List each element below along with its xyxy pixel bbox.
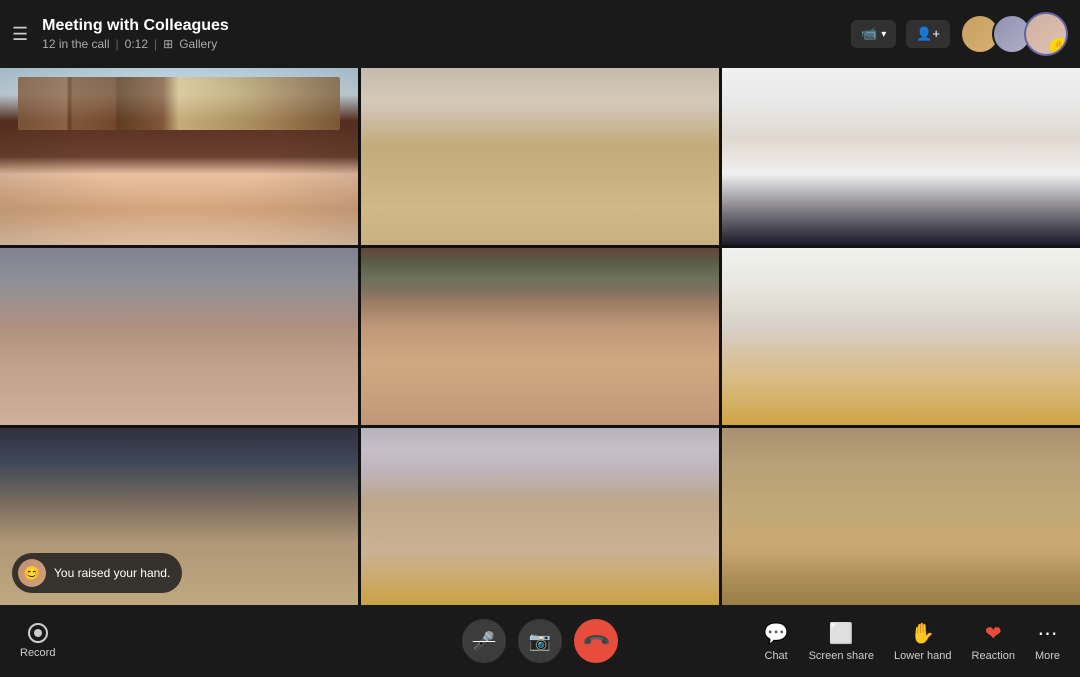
record-dot (28, 623, 48, 643)
lowerhand-label: Lower hand (894, 650, 952, 662)
face-bg-6 (722, 248, 1080, 425)
participant-cell-1[interactable] (0, 68, 358, 245)
chat-icon: 💬 (764, 621, 789, 646)
reaction-icon: ❤ (985, 621, 1002, 646)
footer-actions: 💬 Chat ⬜ Screen share ✋ Lower hand ❤ Rea… (764, 621, 1060, 662)
menu-icon[interactable]: ☰ (12, 24, 28, 45)
header: ☰ Meeting with Colleagues 12 in the call… (0, 0, 1080, 68)
end-call-button[interactable]: 📞 (574, 619, 618, 663)
raised-hand-notification: 😊 You raised your hand. (12, 553, 182, 593)
plant-bg (361, 257, 719, 301)
add-people-btn[interactable]: 👤+ (906, 20, 950, 48)
record-dot-inner (34, 629, 42, 637)
screenshare-action[interactable]: ⬜ Screen share (809, 621, 874, 662)
avatar-3-active[interactable]: ✋ (1024, 12, 1068, 56)
yellow-top-bg (361, 552, 719, 605)
footer: Record 🎤 📷 📞 💬 Chat ⬜ Screen share ✋ Low… (0, 605, 1080, 677)
face-bg-8 (361, 428, 719, 605)
window-light-8 (361, 428, 719, 499)
title-block: Meeting with Colleagues 12 in the call |… (42, 17, 851, 51)
face-bg-4 (0, 248, 358, 425)
camera-button[interactable]: 📷 (518, 619, 562, 663)
more-icon: ⋯ (1037, 621, 1057, 646)
yellow-scarf-bg (722, 363, 1080, 425)
reaction-action[interactable]: ❤ Reaction (972, 621, 1015, 662)
jacket-bg-9 (722, 552, 1080, 605)
header-controls: 📹 ▾ 👤+ ✋ (851, 12, 1068, 56)
chevron-down-icon: ▾ (881, 29, 886, 40)
mute-icon: 🎤 (473, 631, 495, 652)
raised-hand-message: You raised your hand. (54, 566, 170, 580)
avatar-stack: ✋ (960, 12, 1068, 56)
raised-hand-avatar: 😊 (18, 559, 46, 587)
meeting-title: Meeting with Colleagues (42, 17, 851, 35)
video-overlay-1 (0, 68, 358, 245)
separator2: | (154, 37, 157, 51)
camera-icon: 📹 (861, 26, 877, 42)
video-grid: 😊 You raised your hand. (0, 68, 1080, 605)
camera-video-icon: 📷 (529, 631, 551, 652)
mute-button[interactable]: 🎤 (462, 619, 506, 663)
media-controls: 🎤 📷 📞 (462, 619, 618, 663)
separator: | (116, 37, 119, 51)
chat-action[interactable]: 💬 Chat (764, 621, 789, 662)
end-call-icon: 📞 (581, 626, 612, 657)
participant-cell-9[interactable] (722, 428, 1080, 605)
view-label: Gallery (179, 37, 217, 51)
lowerhand-icon: ✋ (910, 621, 935, 646)
camera-toggle-btn[interactable]: 📹 ▾ (851, 20, 896, 48)
meeting-subtitle: 12 in the call | 0:12 | ⊞ Gallery (42, 37, 851, 51)
participant-cell-5[interactable] (361, 248, 719, 425)
record-label: Record (20, 647, 55, 659)
more-label: More (1035, 650, 1060, 662)
record-button[interactable]: Record (20, 623, 55, 659)
add-person-icon: 👤+ (916, 26, 940, 42)
participant-cell-8[interactable] (361, 428, 719, 605)
participant-cell-7[interactable]: 😊 You raised your hand. (0, 428, 358, 605)
reaction-label: Reaction (972, 650, 1015, 662)
raised-hand-badge: ✋ (1052, 40, 1068, 56)
face-bg-3 (722, 68, 1080, 245)
room-bg-2 (361, 68, 719, 148)
face-bg-5 (361, 248, 719, 425)
lowerhand-action[interactable]: ✋ Lower hand (894, 621, 952, 662)
participant-count: 12 in the call (42, 37, 109, 51)
participant-cell-6[interactable] (722, 248, 1080, 425)
participant-cell-2[interactable] (361, 68, 719, 245)
jacket-bg (722, 174, 1080, 245)
gallery-icon: ⊞ (163, 37, 173, 51)
participant-cell-3[interactable] (722, 68, 1080, 245)
screenshare-label: Screen share (809, 650, 874, 662)
call-timer: 0:12 (125, 37, 148, 51)
face-bg-2 (361, 68, 719, 245)
participant-cell-4[interactable] (0, 248, 358, 425)
face-bg-9 (722, 428, 1080, 605)
more-action[interactable]: ⋯ More (1035, 621, 1060, 662)
screenshare-icon: ⬜ (829, 621, 854, 646)
chat-label: Chat (765, 650, 788, 662)
